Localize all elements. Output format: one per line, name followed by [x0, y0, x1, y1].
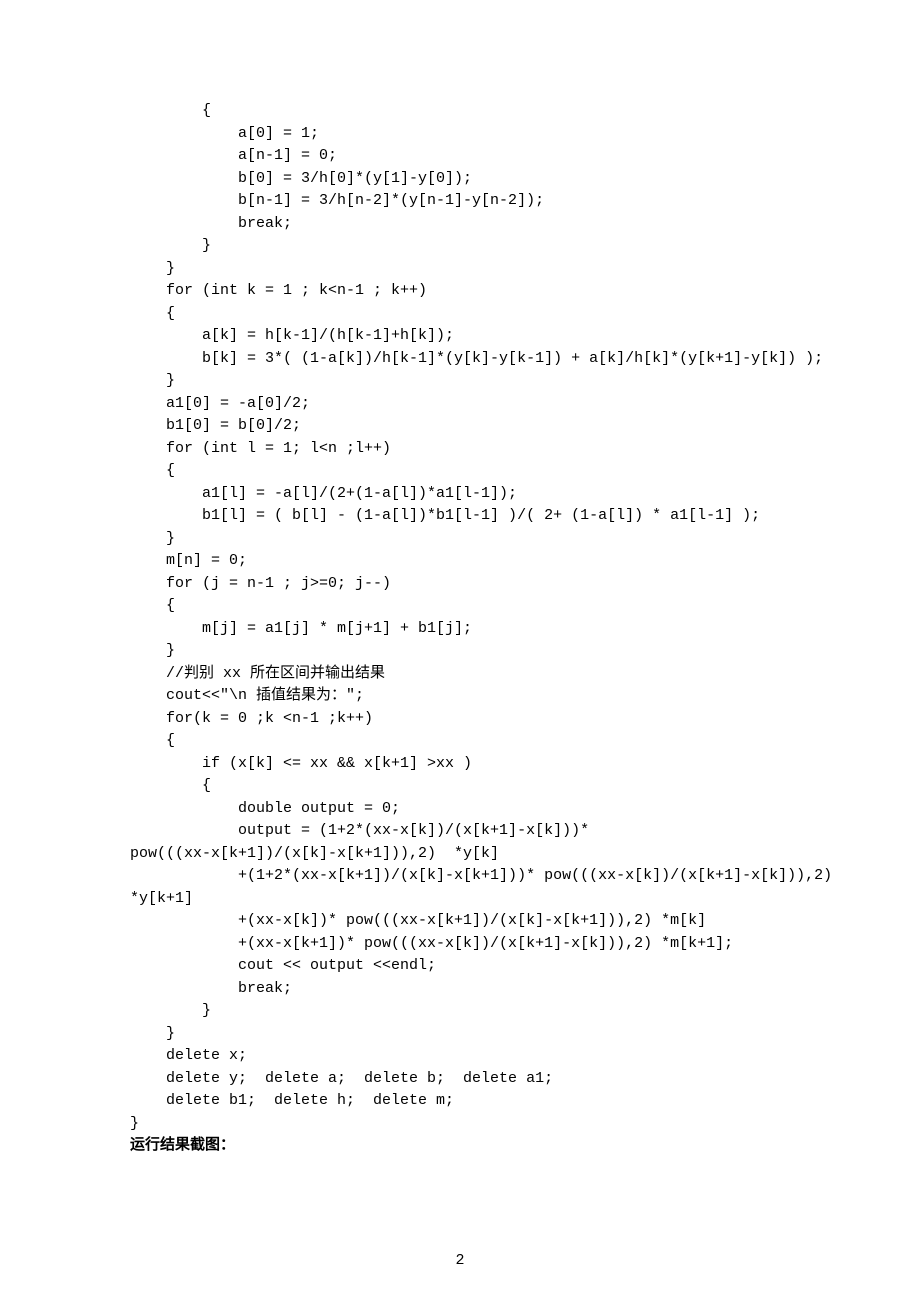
page-number: 2 [0, 1250, 920, 1273]
code-block-3: +(1+2*(xx-x[k+1])/(x[k]-x[k+1]))* pow(((… [130, 865, 790, 888]
code-block-4: *y[k+1] [130, 888, 790, 911]
document-page: { a[0] = 1; a[n-1] = 0; b[0] = 3/h[0]*(y… [0, 0, 920, 1302]
code-block-5: +(xx-x[k])* pow(((xx-x[k+1])/(x[k]-x[k+1… [130, 910, 790, 1135]
section-heading: 运行结果截图： [130, 1135, 790, 1158]
code-block-1: { a[0] = 1; a[n-1] = 0; b[0] = 3/h[0]*(y… [130, 100, 790, 843]
code-block-2: pow(((xx-x[k+1])/(x[k]-x[k+1])),2) *y[k] [130, 843, 790, 866]
